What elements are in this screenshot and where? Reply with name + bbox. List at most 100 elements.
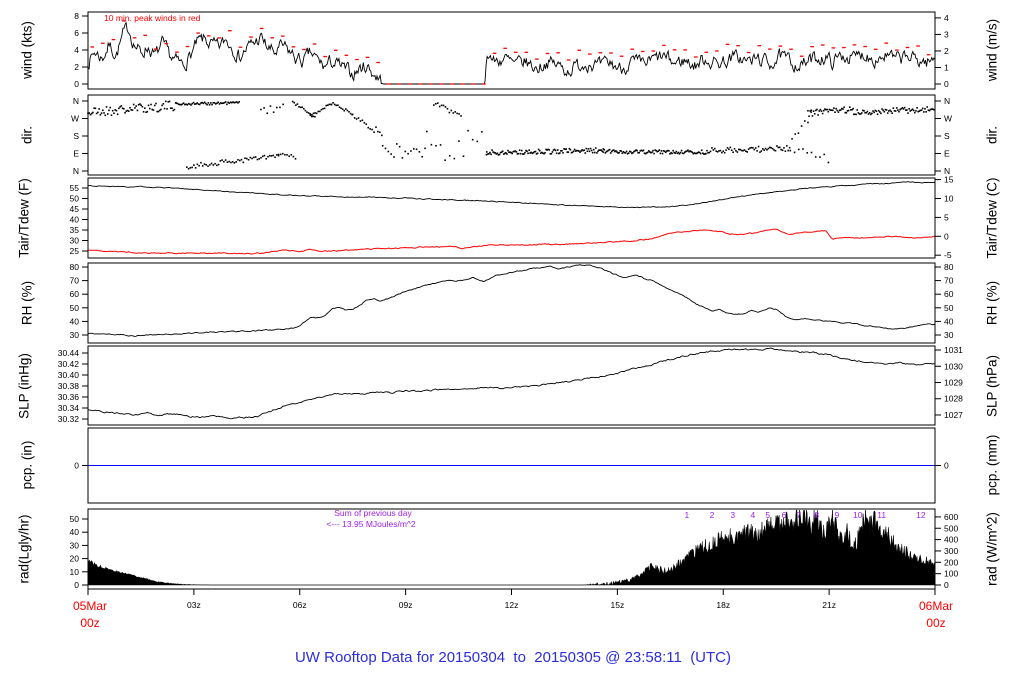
svg-text:30: 30 [70, 236, 80, 246]
svg-text:30: 30 [70, 330, 80, 340]
chart-title: UW Rooftop Data for 20150304 to 20150305… [294, 649, 732, 666]
axis-label-pcp-mm: pcp. (mm) [984, 434, 1000, 496]
svg-text:30.44: 30.44 [58, 348, 80, 358]
svg-text:0: 0 [74, 580, 79, 590]
svg-text:5: 5 [765, 510, 770, 520]
svg-text:1: 1 [944, 62, 949, 72]
svg-text:0: 0 [74, 461, 79, 471]
svg-text:1031: 1031 [944, 345, 963, 355]
meteogram: 0 2 4 6 8 0 1 2 3 4 N W S E N N W S E N 25 30 35 40 45 50 55 -5 0 5 10… [0, 0, 1024, 700]
end-date-text: 06Mar [918, 599, 954, 613]
svg-text:20: 20 [70, 554, 80, 564]
svg-text:11: 11 [877, 510, 886, 520]
svg-text:200: 200 [944, 557, 958, 567]
svg-text:0: 0 [944, 79, 949, 89]
svg-text:E: E [73, 149, 79, 159]
svg-text:21z: 21z [822, 600, 836, 610]
svg-text:30.36: 30.36 [58, 392, 80, 402]
svg-text:15z: 15z [611, 600, 625, 610]
svg-text:30.32: 30.32 [58, 414, 80, 424]
axis-label-wind-ms: wind (m/s) [984, 18, 1000, 82]
svg-text:-5: -5 [944, 250, 952, 260]
svg-text:4: 4 [751, 510, 756, 520]
axis-label-wind-kts: wind (kts) [19, 21, 35, 79]
svg-text:N: N [944, 96, 950, 106]
axis-label-rad-wm2: rad (W/m^2) [984, 512, 1000, 586]
svg-text:25: 25 [70, 246, 80, 256]
svg-text:50: 50 [944, 303, 954, 313]
svg-text:100: 100 [944, 569, 958, 579]
svg-text:50: 50 [70, 303, 80, 313]
svg-text:1027: 1027 [944, 410, 963, 420]
plot-canvas: 0246801234NWSENNWSEN25303540455055-50510… [58, 11, 963, 610]
svg-text:12: 12 [916, 510, 926, 520]
svg-text:9: 9 [835, 510, 840, 520]
svg-text:300: 300 [944, 546, 958, 556]
svg-text:30.42: 30.42 [58, 359, 80, 369]
start-date-text: 05Mar [72, 599, 108, 613]
svg-text:80: 80 [944, 262, 954, 272]
svg-text:0: 0 [74, 79, 79, 89]
svg-text:W: W [71, 114, 79, 124]
svg-text:8: 8 [814, 510, 819, 520]
svg-text:10: 10 [853, 510, 863, 520]
svg-text:03z: 03z [187, 600, 201, 610]
svg-text:60: 60 [70, 289, 80, 299]
svg-text:600: 600 [944, 512, 958, 522]
svg-text:30.34: 30.34 [58, 403, 80, 413]
svg-text:55: 55 [70, 183, 80, 193]
x-axis-end-date: 06Mar 00z [919, 598, 953, 632]
axis-label-temp-c: Tair/Tdew (C) [984, 177, 1000, 259]
x-axis-start-date: 05Mar 00z [73, 598, 107, 632]
svg-text:E: E [944, 149, 950, 159]
svg-text:1: 1 [685, 510, 690, 520]
svg-text:N: N [73, 166, 79, 176]
svg-text:7: 7 [796, 510, 801, 520]
svg-text:1028: 1028 [944, 394, 963, 404]
svg-text:2: 2 [710, 510, 715, 520]
start-hour-text: 00z [80, 616, 100, 630]
svg-text:4: 4 [944, 13, 949, 23]
svg-text:35: 35 [70, 225, 80, 235]
svg-text:0: 0 [944, 461, 949, 471]
svg-text:80: 80 [70, 262, 80, 272]
svg-text:500: 500 [944, 523, 958, 533]
svg-text:15: 15 [944, 175, 954, 185]
svg-text:400: 400 [944, 535, 958, 545]
svg-text:S: S [73, 131, 79, 141]
svg-text:N: N [73, 96, 79, 106]
axis-label-slp-inhg: SLP (inHg) [16, 353, 32, 419]
axis-label-rh-right: RH (%) [984, 280, 1000, 326]
svg-text:0: 0 [944, 580, 949, 590]
svg-text:40: 40 [70, 527, 80, 537]
svg-text:3: 3 [730, 510, 735, 520]
svg-text:40: 40 [70, 215, 80, 225]
axis-label-pcp-in: pcp. (in) [19, 440, 35, 490]
svg-text:5: 5 [944, 212, 949, 222]
svg-text:6: 6 [782, 510, 787, 520]
axis-label-dir-right: dir. [984, 125, 1000, 145]
svg-text:30.40: 30.40 [58, 370, 80, 380]
svg-text:40: 40 [70, 316, 80, 326]
axis-label-temp-f: Tair/Tdew (F) [16, 178, 32, 258]
svg-text:2: 2 [74, 62, 79, 72]
svg-text:30: 30 [944, 330, 954, 340]
svg-text:60: 60 [944, 289, 954, 299]
svg-text:6: 6 [74, 28, 79, 38]
axis-label-dir-left: dir. [19, 125, 35, 145]
svg-text:40: 40 [944, 316, 954, 326]
wind-peak-note: 10 min. peak winds in red [104, 13, 201, 23]
end-hour-text: 00z [926, 616, 946, 630]
svg-text:W: W [944, 114, 952, 124]
svg-text:30.38: 30.38 [58, 381, 80, 391]
svg-text:10: 10 [944, 194, 954, 204]
svg-text:12z: 12z [505, 600, 519, 610]
svg-text:18z: 18z [716, 600, 730, 610]
axis-label-rh-left: RH (%) [19, 280, 35, 326]
svg-text:4: 4 [74, 45, 79, 55]
svg-text:09z: 09z [399, 600, 413, 610]
svg-text:8: 8 [74, 11, 79, 21]
rad-sum-note-line2: <--- 13.95 MJoules/m^2 [326, 519, 416, 529]
svg-text:10: 10 [70, 567, 80, 577]
svg-text:2: 2 [944, 46, 949, 56]
